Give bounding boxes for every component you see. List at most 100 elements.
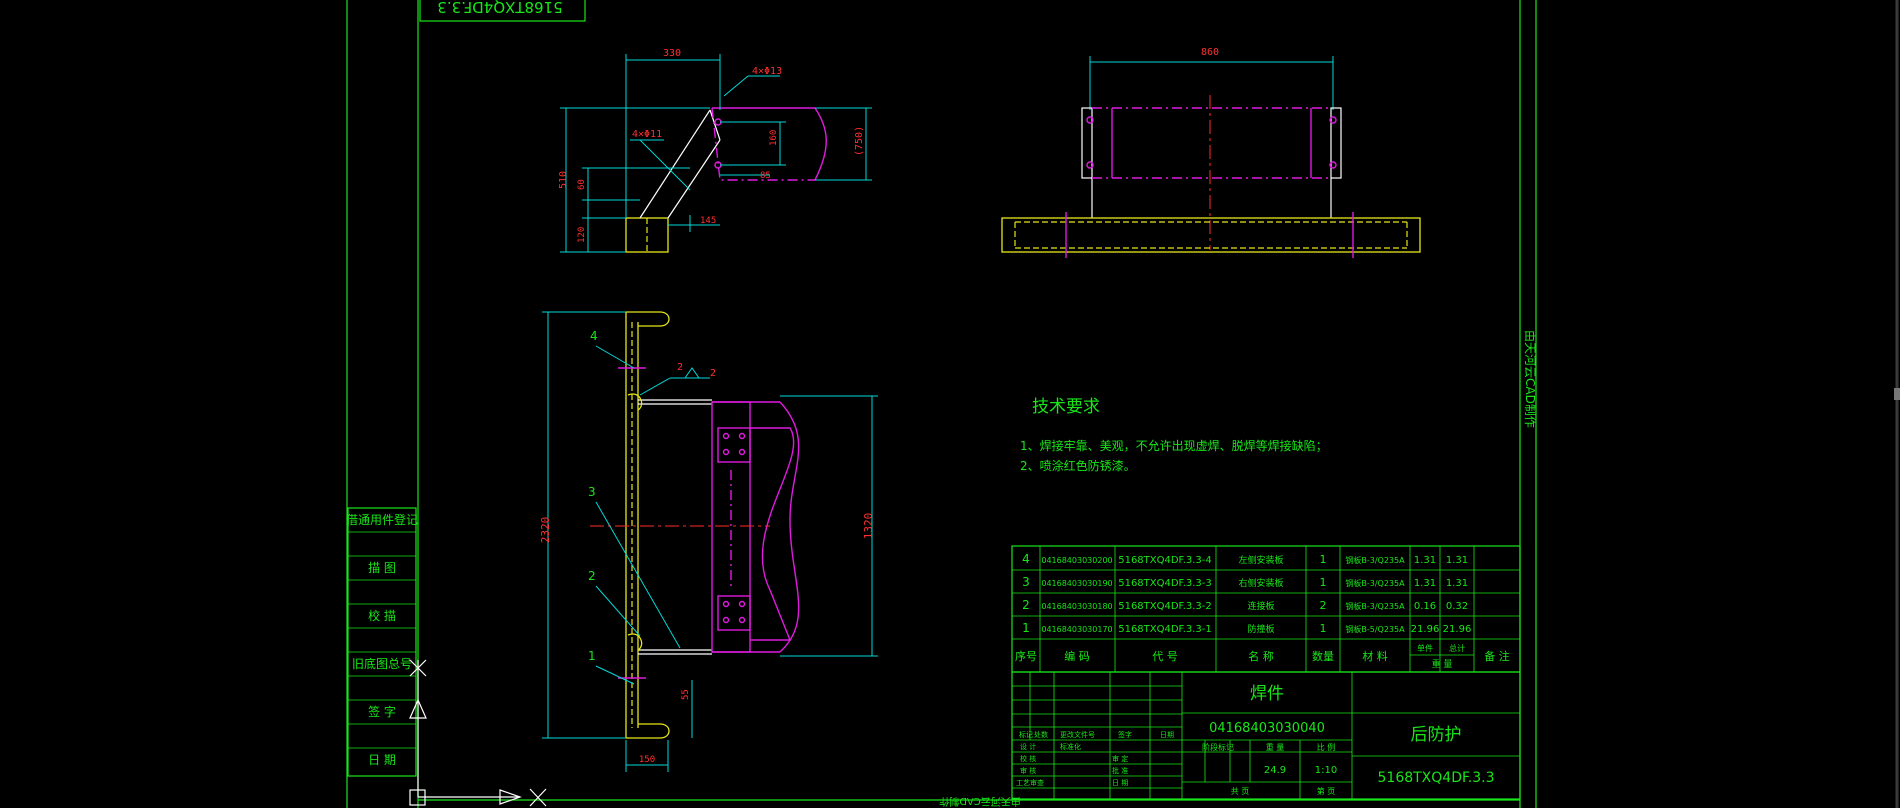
- drawing-frame: [346, 0, 1537, 808]
- bom-h-no: 序号: [1015, 649, 1037, 663]
- tech-item-1: 1、焊接牢靠、美观，不允许出现虚焊、脱焊等焊接缺陷；: [1020, 438, 1328, 453]
- bom-table: 4 04168403030200 5168TXQ4DF.3.3-4 左侧安装板 1 钢板B…: [1011, 545, 1521, 673]
- bom-cell-qty: 1: [1320, 622, 1327, 635]
- dim-145: 145: [700, 216, 716, 226]
- sheets-total: 共 页: [1231, 787, 1250, 796]
- bom-cell-qty: 1: [1320, 553, 1327, 566]
- top-stamp: 5168TXQ4DF.3.3: [419, 0, 586, 22]
- bom-cell-no: 2: [1022, 598, 1030, 612]
- bom-cell-total: 0.32: [1446, 601, 1468, 612]
- dim-1320: 1320: [862, 513, 875, 540]
- bom-h-material: 材 料: [1362, 649, 1388, 663]
- dim-2320: 2320: [539, 517, 552, 544]
- tb-head-0: 阶段标记: [1202, 742, 1234, 752]
- bom-cell-drawing: 5168TXQ4DF.3.3-2: [1118, 601, 1212, 612]
- right-note: 由天河云CAD制作: [1523, 330, 1537, 428]
- scale-value: 1:10: [1315, 765, 1337, 776]
- bom-cell-name: 连接板: [1247, 600, 1274, 612]
- tech-requirements: 技术要求 1、焊接牢靠、美观，不允许出现虚焊、脱焊等焊接缺陷； 2、喷涂红色防锈…: [1020, 397, 1328, 473]
- sheet-no: 第 页: [1317, 786, 1336, 796]
- weld-symbol: 2: [677, 362, 683, 373]
- dim-150: 150: [639, 755, 655, 765]
- dim-860: 860: [1201, 47, 1219, 58]
- tb-role-2: 校 核: [1020, 754, 1036, 763]
- tb-role-5: 批 准: [1112, 766, 1128, 775]
- dim-120: 120: [577, 227, 587, 243]
- tech-title: 技术要求: [1032, 397, 1100, 417]
- tb-role-1: 标准化: [1060, 742, 1081, 751]
- left-strip: 借通用件登记 描 图 校 描 旧底图总号 签 字 日 期: [346, 507, 418, 777]
- bom-h-total: 总计: [1449, 643, 1465, 653]
- bom-h-drawing: 代 号: [1152, 650, 1178, 663]
- bom-cell-no: 1: [1022, 621, 1030, 635]
- tech-item-2: 2、喷涂红色防锈漆。: [1020, 458, 1136, 473]
- dim-160: 160: [769, 130, 779, 146]
- bom-cell-unit: 1.31: [1414, 555, 1436, 566]
- balloon-4: 4: [590, 329, 598, 343]
- balloon-3: 3: [588, 485, 596, 499]
- tb-sign-0: 标记: [1019, 730, 1033, 739]
- title-block: 标记 处数 更改文件号 签字 日期 设 计 标准化 校 核 审 定 审 核 批 …: [1011, 671, 1521, 800]
- bom-cell-unit: 21.96: [1411, 624, 1440, 635]
- left-strip-label-0: 借通用件登记: [346, 512, 418, 527]
- tb-role-7: 日 期: [1112, 779, 1128, 787]
- bom-cell-unit: 1.31: [1414, 578, 1436, 589]
- tb-head-2: 比 例: [1317, 742, 1336, 752]
- tb-sign-4: 日期: [1160, 731, 1174, 739]
- tb-sign-3: 签字: [1118, 730, 1132, 739]
- bom-cell-no: 4: [1022, 552, 1030, 566]
- weld-symbol-2: 2: [710, 368, 716, 379]
- left-strip-label-2: 校 描: [368, 608, 396, 623]
- dim-750: (750): [854, 126, 865, 156]
- dim-510: 510: [558, 171, 569, 189]
- dim-85: 85: [760, 171, 771, 181]
- bom-cell-total: 1.31: [1446, 555, 1468, 566]
- dim-60: 60: [577, 179, 587, 190]
- bom-cell-name: 右侧安装板: [1238, 577, 1283, 589]
- drawing-number: 5168TXQ4DF.3.3: [1378, 770, 1495, 786]
- bom-cell-drawing: 5168TXQ4DF.3.3-1: [1118, 624, 1212, 635]
- product-name: 后防护: [1411, 725, 1462, 745]
- weight-value: 24.9: [1264, 765, 1286, 776]
- bom-h-name: 名 称: [1248, 649, 1274, 663]
- tb-role-3: 审 定: [1112, 754, 1128, 763]
- bom-cell-material: 钢板B-3/Q235A: [1345, 578, 1405, 588]
- tb-sign-1: 处数: [1034, 730, 1048, 739]
- bom-cell-drawing: 5168TXQ4DF.3.3-4: [1118, 555, 1212, 566]
- part-name: 焊件: [1250, 684, 1284, 704]
- bom-cell-qty: 1: [1320, 576, 1327, 589]
- left-strip-label-3: 旧底图总号: [352, 656, 412, 671]
- bom-cell-total: 21.96: [1443, 624, 1472, 635]
- dim-330: 330: [663, 48, 681, 59]
- ucs-icon: [409, 659, 547, 807]
- bom-cell-qty: 2: [1320, 599, 1327, 612]
- bottom-note: 由天河云CAD制作: [939, 795, 1021, 808]
- bom-cell-code: 04168403030170: [1041, 625, 1112, 634]
- tb-head-1: 重 量: [1266, 742, 1285, 752]
- left-strip-label-4: 签 字: [368, 704, 396, 719]
- bom-h-unit: 单件: [1417, 643, 1433, 653]
- bom-h-remark: 备 注: [1484, 649, 1510, 663]
- bom-cell-code: 04168403030200: [1041, 556, 1112, 565]
- balloon-1: 1: [588, 649, 596, 663]
- bom-cell-name: 防撞板: [1247, 623, 1274, 635]
- cad-drawing-canvas: 5168TXQ4DF.3.3 借通用件登记 描 图 校 描 旧底图总号 签 字 …: [346, 0, 1900, 808]
- bom-cell-unit: 0.16: [1414, 601, 1436, 612]
- bom-cell-drawing: 5168TXQ4DF.3.3-3: [1118, 578, 1212, 589]
- bom-cell-no: 3: [1022, 575, 1030, 589]
- bom-h-qty: 数量: [1312, 650, 1334, 663]
- bom-cell-material: 钢板B-3/Q235A: [1345, 601, 1405, 611]
- bom-h-weight: 重 量: [1432, 658, 1453, 670]
- bom-cell-total: 1.31: [1446, 578, 1468, 589]
- dim-55: 55: [681, 689, 691, 700]
- left-strip-label-5: 日 期: [368, 753, 396, 767]
- top-view: 860: [1001, 47, 1421, 258]
- bom-cell-code: 04168403030190: [1041, 579, 1112, 588]
- left-strip-label-1: 描 图: [368, 561, 396, 575]
- viewport-edge: [1894, 0, 1900, 808]
- bom-cell-material: 钢板B-3/Q235A: [1345, 555, 1405, 565]
- dim-4x13: 4×Φ13: [752, 66, 782, 77]
- top-stamp-text: 5168TXQ4DF.3.3: [437, 0, 562, 16]
- side-view: 330 4×Φ13 4×Φ11 510 60 120 160 (750) 85 …: [558, 48, 872, 253]
- drawing-code: 04168403030040: [1209, 721, 1325, 736]
